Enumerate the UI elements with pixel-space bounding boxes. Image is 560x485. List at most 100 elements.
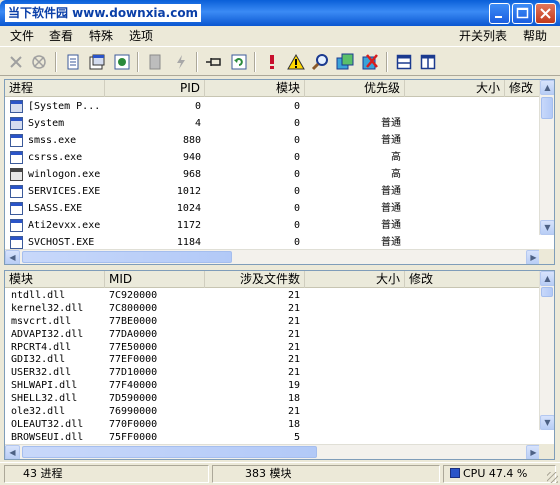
split-horizontal-button[interactable] <box>394 52 414 72</box>
status-cpu: CPU 47.4 % <box>443 465 556 483</box>
module-vertical-scrollbar[interactable]: ▲ ▼ <box>539 271 554 430</box>
status-cpu-text: CPU 47.4 % <box>463 467 528 480</box>
scroll-down-icon[interactable]: ▼ <box>540 220 554 235</box>
properties-button[interactable] <box>87 52 107 72</box>
table-row[interactable]: ole32.dll 76990000 21 <box>5 405 541 418</box>
module-mid: 7C920000 <box>109 290 158 301</box>
red-x-icon <box>362 54 378 70</box>
module-name: SHELL32.dll <box>11 393 78 405</box>
resize-grip[interactable] <box>547 472 558 483</box>
refresh-window-icon <box>114 54 130 70</box>
table-row[interactable]: ADVAPI32.dll 77DA0000 21 <box>5 328 541 341</box>
process-horizontal-scrollbar[interactable]: ◀ ▶ <box>5 249 541 264</box>
process-name: Ati2evxx.exe <box>28 220 101 231</box>
menu-view[interactable]: 查看 <box>47 28 75 44</box>
table-row[interactable]: OLEAUT32.dll 770F0000 18 <box>5 418 541 431</box>
module-mid: 770F0000 <box>109 418 158 430</box>
column-file-count[interactable]: 涉及文件数 <box>205 271 305 288</box>
table-row[interactable]: smss.exe 880 0 普通 <box>5 132 541 149</box>
table-row[interactable]: [System P... 0 0 <box>5 98 541 115</box>
window-app-icon <box>10 236 23 249</box>
table-row[interactable]: winlogon.exe 968 0 高 <box>5 166 541 183</box>
scroll-left-icon[interactable]: ◀ <box>5 445 20 459</box>
table-row[interactable]: LSASS.EXE 1024 0 普通 <box>5 200 541 217</box>
module-list[interactable]: 模块 MID 涉及文件数 大小 修改 ntdll.dll 7C920000 21 ke… <box>4 270 555 460</box>
boost-button[interactable] <box>171 52 191 72</box>
warning-button[interactable] <box>286 52 306 72</box>
column-module[interactable]: 模块 <box>5 271 105 288</box>
process-modules: 0 <box>293 220 300 231</box>
suspend-button[interactable] <box>145 52 165 72</box>
scroll-thumb[interactable] <box>22 251 232 263</box>
minimize-button[interactable] <box>489 3 510 24</box>
toolbar <box>0 46 560 76</box>
scroll-thumb[interactable] <box>22 446 317 458</box>
close-icon <box>540 8 551 19</box>
process-name: SERVICES.EXE <box>28 186 101 197</box>
table-row[interactable]: RPCRT4.dll 77E50000 21 <box>5 341 541 354</box>
column-size[interactable]: 大小 <box>405 80 505 97</box>
table-row[interactable]: GDI32.dll 77EF0000 21 <box>5 353 541 366</box>
alert-button[interactable] <box>262 52 282 72</box>
warning-icon <box>287 54 305 70</box>
table-row[interactable]: SHELL32.dll 7D590000 18 <box>5 392 541 405</box>
module-file-count: 21 <box>287 315 300 327</box>
table-row[interactable]: Ati2evxx.exe 1172 0 普通 <box>5 217 541 234</box>
column-modified[interactable]: 修改 <box>405 271 541 288</box>
process-vertical-scrollbar[interactable]: ▲ ▼ <box>539 80 554 235</box>
scroll-up-icon[interactable]: ▲ <box>540 80 554 95</box>
reload-button[interactable] <box>229 52 249 72</box>
open-document-button[interactable] <box>63 52 83 72</box>
window-info-button[interactable] <box>112 52 132 72</box>
process-name: System <box>28 118 65 129</box>
window-app-icon <box>10 202 23 215</box>
window-app-icon <box>10 151 23 164</box>
split-vertical-button[interactable] <box>418 52 438 72</box>
column-size[interactable]: 大小 <box>305 271 405 288</box>
kill-tree-button[interactable] <box>29 52 49 72</box>
table-row[interactable]: BROWSEUI.dll 75FF0000 5 <box>5 431 541 444</box>
column-process[interactable]: 进程 <box>5 80 105 97</box>
menu-file[interactable]: 文件 <box>8 28 36 44</box>
table-row[interactable]: USER32.dll 77D10000 21 <box>5 366 541 379</box>
scroll-thumb[interactable] <box>541 97 553 119</box>
menu-help[interactable]: 帮助 <box>521 28 549 44</box>
column-pid[interactable]: PID <box>105 80 205 97</box>
module-name: ADVAPI32.dll <box>11 328 84 340</box>
process-pid: 1024 <box>176 203 201 214</box>
maximize-button[interactable] <box>512 3 533 24</box>
menu-options[interactable]: 选项 <box>127 28 155 44</box>
column-mid[interactable]: MID <box>105 271 205 288</box>
table-row[interactable]: csrss.exe 940 0 高 <box>5 149 541 166</box>
table-row[interactable]: ntdll.dll 7C920000 21 <box>5 289 541 302</box>
module-horizontal-scrollbar[interactable]: ◀ ▶ <box>5 444 541 459</box>
title-bar[interactable]: 当下软件园 www.downxia.com <box>0 0 560 26</box>
process-list[interactable]: 进程 PID 模块 优先级 大小 修改 [System P... 0 0 System… <box>4 79 555 265</box>
column-modules[interactable]: 模块 <box>205 80 305 97</box>
table-row[interactable]: SHLWAPI.dll 77F40000 19 <box>5 379 541 392</box>
find-dll-button[interactable] <box>335 52 355 72</box>
pin-button[interactable] <box>204 52 224 72</box>
table-row[interactable]: System 4 0 普通 <box>5 115 541 132</box>
find-button[interactable] <box>310 52 330 72</box>
table-row[interactable]: SERVICES.EXE 1012 0 普通 <box>5 183 541 200</box>
module-file-count: 21 <box>287 367 300 379</box>
scroll-left-icon[interactable]: ◀ <box>5 250 20 264</box>
scroll-thumb[interactable] <box>541 287 553 297</box>
table-row[interactable]: kernel32.dll 7C800000 21 <box>5 302 541 315</box>
delete-button[interactable] <box>360 52 380 72</box>
menu-special[interactable]: 特殊 <box>87 28 115 44</box>
module-file-count: 19 <box>287 380 300 392</box>
close-button[interactable] <box>535 3 556 24</box>
column-priority[interactable]: 优先级 <box>305 80 405 97</box>
menu-toggle-list[interactable]: 开关列表 <box>457 28 509 44</box>
process-priority: 普通 <box>381 220 401 231</box>
module-file-count: 21 <box>287 406 300 418</box>
module-name: GDI32.dll <box>11 354 66 366</box>
status-bar: 43 进程 383 模块 CPU 47.4 % <box>0 462 560 485</box>
scroll-up-icon[interactable]: ▲ <box>540 271 554 286</box>
column-modified[interactable]: 修改 <box>505 80 541 97</box>
table-row[interactable]: msvcrt.dll 77BE0000 21 <box>5 315 541 328</box>
kill-process-button[interactable] <box>6 52 26 72</box>
scroll-down-icon[interactable]: ▼ <box>540 415 554 430</box>
